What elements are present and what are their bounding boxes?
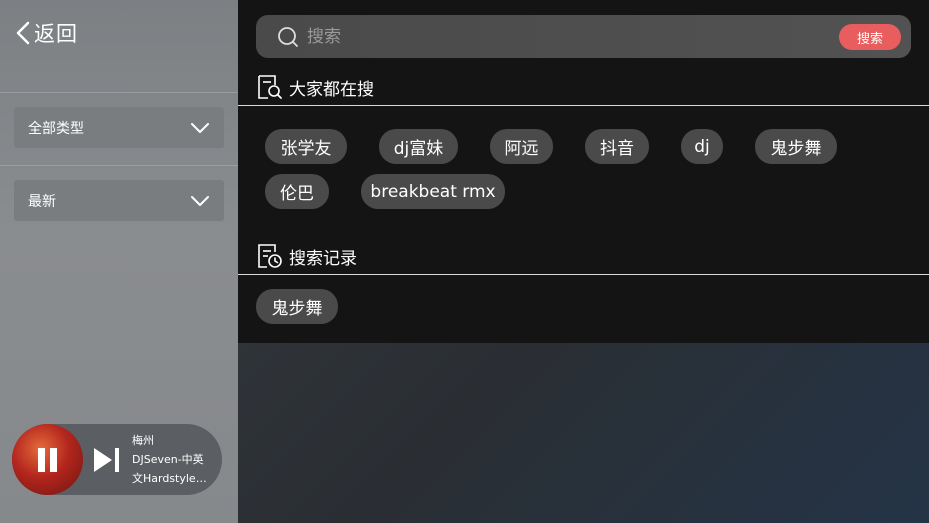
chevron-down-icon <box>191 122 209 133</box>
hot-tag[interactable]: breakbeat rmx <box>361 174 505 209</box>
pause-icon <box>38 447 45 472</box>
search-input[interactable] <box>307 23 787 50</box>
history-icon <box>258 244 282 268</box>
back-label: 返回 <box>34 22 78 46</box>
history-heading: 搜索记录 <box>289 248 357 269</box>
sort-filter-dropdown[interactable]: 最新 <box>14 180 224 221</box>
chevron-down-icon <box>191 195 209 206</box>
album-cover <box>12 424 83 495</box>
pause-button[interactable] <box>38 447 57 472</box>
next-button[interactable] <box>92 446 122 474</box>
hot-tag[interactable]: 张学友 <box>265 129 347 164</box>
hot-search-heading: 大家都在搜 <box>289 79 374 100</box>
song-title: 梅州 <box>132 434 154 447</box>
type-filter-dropdown[interactable]: 全部类型 <box>14 107 224 148</box>
type-filter-label: 全部类型 <box>28 120 84 137</box>
hot-tag[interactable]: dj富妹 <box>379 129 458 164</box>
history-header: 搜索记录 <box>256 242 357 270</box>
search-button[interactable]: 搜索 <box>839 24 901 50</box>
history-tag[interactable]: 鬼步舞 <box>256 289 338 324</box>
pause-icon-bar <box>50 447 57 472</box>
trending-search-icon <box>258 75 282 99</box>
hot-tag[interactable]: 抖音 <box>585 129 649 164</box>
search-panel: 搜索 大家都在搜 张学友 dj富妹 阿远 抖音 dj 鬼步舞 伦巴 breakb… <box>238 0 929 343</box>
sort-filter-label: 最新 <box>28 193 56 210</box>
hot-tag[interactable]: dj <box>681 129 723 164</box>
hot-tag[interactable]: 阿远 <box>490 129 553 164</box>
hot-tag[interactable]: 伦巴 <box>265 174 329 209</box>
sidebar: 返回 全部类型 最新 梅州 DJSeven-中英 文Hardstyle… <box>0 0 238 523</box>
song-artist: DJSeven-中英 <box>132 453 204 466</box>
section-divider <box>238 105 929 106</box>
search-bar: 搜索 <box>256 15 911 58</box>
search-icon <box>278 27 298 47</box>
mini-player: 梅州 DJSeven-中英 文Hardstyle… <box>12 424 222 495</box>
skip-next-icon <box>94 447 119 472</box>
section-divider <box>238 274 929 275</box>
chevron-left-icon <box>16 21 30 45</box>
song-subtitle: 文Hardstyle… <box>132 472 207 485</box>
sidebar-divider <box>0 92 238 93</box>
hot-search-header: 大家都在搜 <box>256 73 374 101</box>
song-info: 梅州 DJSeven-中英 文Hardstyle… <box>132 431 210 488</box>
hot-tag[interactable]: 鬼步舞 <box>755 129 837 164</box>
sidebar-divider <box>0 165 238 166</box>
back-button[interactable]: 返回 <box>14 18 78 48</box>
